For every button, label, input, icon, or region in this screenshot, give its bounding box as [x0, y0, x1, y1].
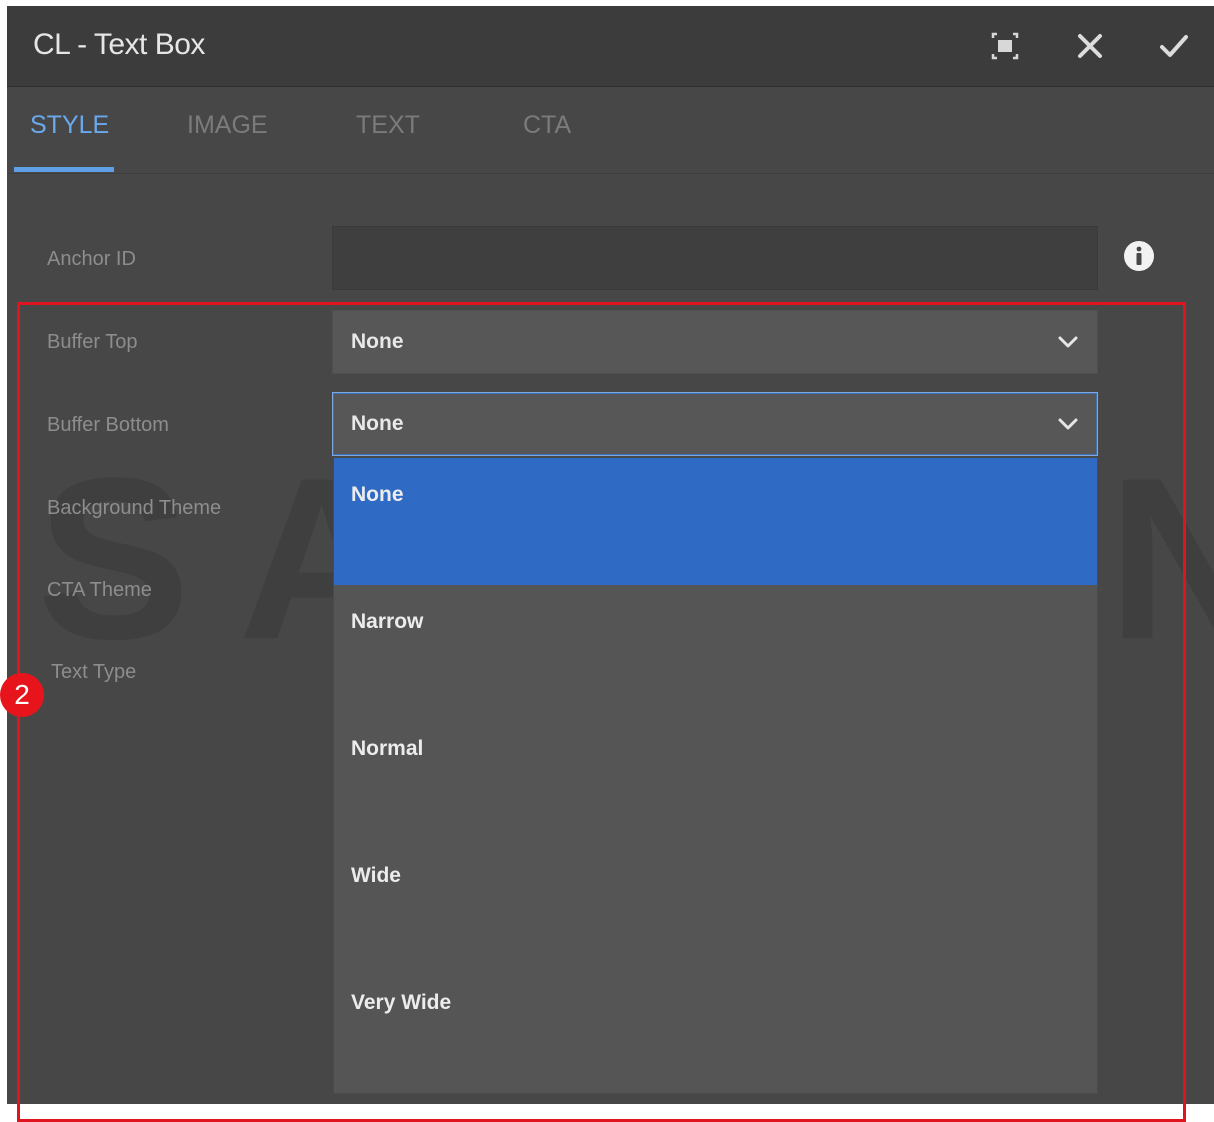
chevron-down-icon — [1058, 336, 1078, 348]
tab-bar: STYLE IMAGE TEXT CTA — [7, 87, 1214, 174]
tab-cta[interactable]: CTA — [523, 111, 571, 140]
buffer-bottom-value: None — [351, 412, 404, 435]
option-label: Normal — [351, 737, 424, 760]
close-icon — [1078, 34, 1102, 58]
option-label: Wide — [351, 864, 401, 887]
buffer-top-value: None — [351, 330, 404, 353]
dropdown-option-wide[interactable]: Wide — [334, 839, 1097, 966]
tab-image[interactable]: IMAGE — [187, 111, 268, 140]
checkmark-icon — [1160, 35, 1188, 57]
chevron-down-icon — [1058, 418, 1078, 430]
fullscreen-icon — [991, 32, 1019, 60]
buffer-bottom-select[interactable]: None — [332, 392, 1098, 456]
dropdown-option-normal[interactable]: Normal — [334, 712, 1097, 839]
confirm-button[interactable] — [1156, 28, 1192, 64]
option-label: None — [351, 483, 404, 506]
option-label: Very Wide — [351, 991, 452, 1014]
anchor-id-input[interactable] — [332, 226, 1098, 290]
tab-style[interactable]: STYLE — [30, 111, 109, 140]
buffer-bottom-dropdown: None Narrow Normal Wide Very Wide — [333, 457, 1098, 1094]
cta-theme-label: CTA Theme — [47, 579, 152, 601]
dialog-title: CL - Text Box — [33, 28, 205, 61]
info-icon[interactable] — [1123, 240, 1155, 272]
active-tab-indicator — [14, 167, 114, 172]
option-label: Narrow — [351, 610, 424, 633]
buffer-bottom-label: Buffer Bottom — [47, 414, 169, 436]
buffer-top-select[interactable]: None — [332, 310, 1098, 374]
close-button[interactable] — [1072, 28, 1108, 64]
background-theme-label: Background Theme — [47, 497, 222, 519]
dropdown-option-narrow[interactable]: Narrow — [334, 585, 1097, 712]
dropdown-option-none[interactable]: None — [334, 458, 1097, 585]
dialog-header: CL - Text Box — [7, 6, 1214, 87]
tab-text[interactable]: TEXT — [356, 111, 420, 140]
dropdown-option-very-wide[interactable]: Very Wide — [334, 966, 1097, 1093]
buffer-top-label: Buffer Top — [47, 331, 138, 353]
text-type-label: Text Type — [51, 661, 137, 683]
fullscreen-button[interactable] — [987, 28, 1023, 64]
dialog: CL - Text Box STYLE IMAGE TEXT CTA SAMSU… — [7, 6, 1214, 1104]
anchor-id-label: Anchor ID — [47, 248, 136, 270]
